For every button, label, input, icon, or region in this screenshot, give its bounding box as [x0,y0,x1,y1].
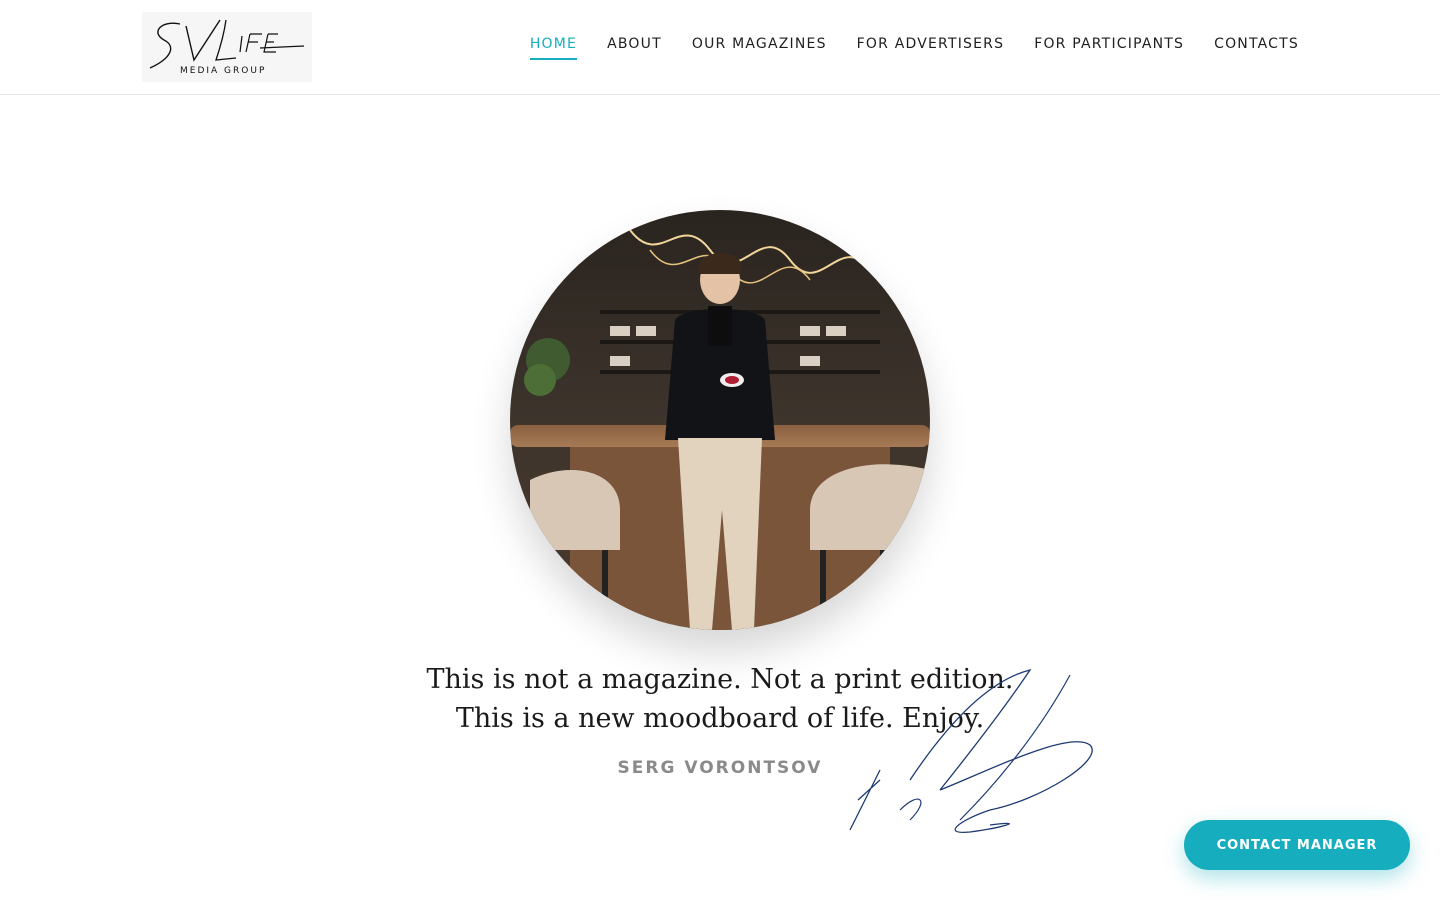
handwritten-signature [849,668,1093,833]
site-header: MEDIA GROUP HOME ABOUT OUR MAGAZINES FOR… [0,0,1440,95]
contact-manager-button[interactable]: CONTACT MANAGER [1184,820,1410,870]
nav-our-magazines[interactable]: OUR MAGAZINES [692,36,827,58]
main-nav: HOME ABOUT OUR MAGAZINES FOR ADVERTISERS… [529,36,1299,60]
portrait-image [510,210,930,630]
nav-home[interactable]: HOME [529,36,578,60]
sv-life-logo[interactable]: MEDIA GROUP [142,12,312,82]
founder-portrait [510,210,930,630]
nav-contacts[interactable]: CONTACTS [1214,36,1299,58]
nav-about[interactable]: ABOUT [607,36,662,58]
logo-tagline: MEDIA GROUP [180,66,267,76]
nav-for-advertisers[interactable]: FOR ADVERTISERS [857,36,1005,58]
nav-for-participants[interactable]: FOR PARTICIPANTS [1034,36,1184,58]
